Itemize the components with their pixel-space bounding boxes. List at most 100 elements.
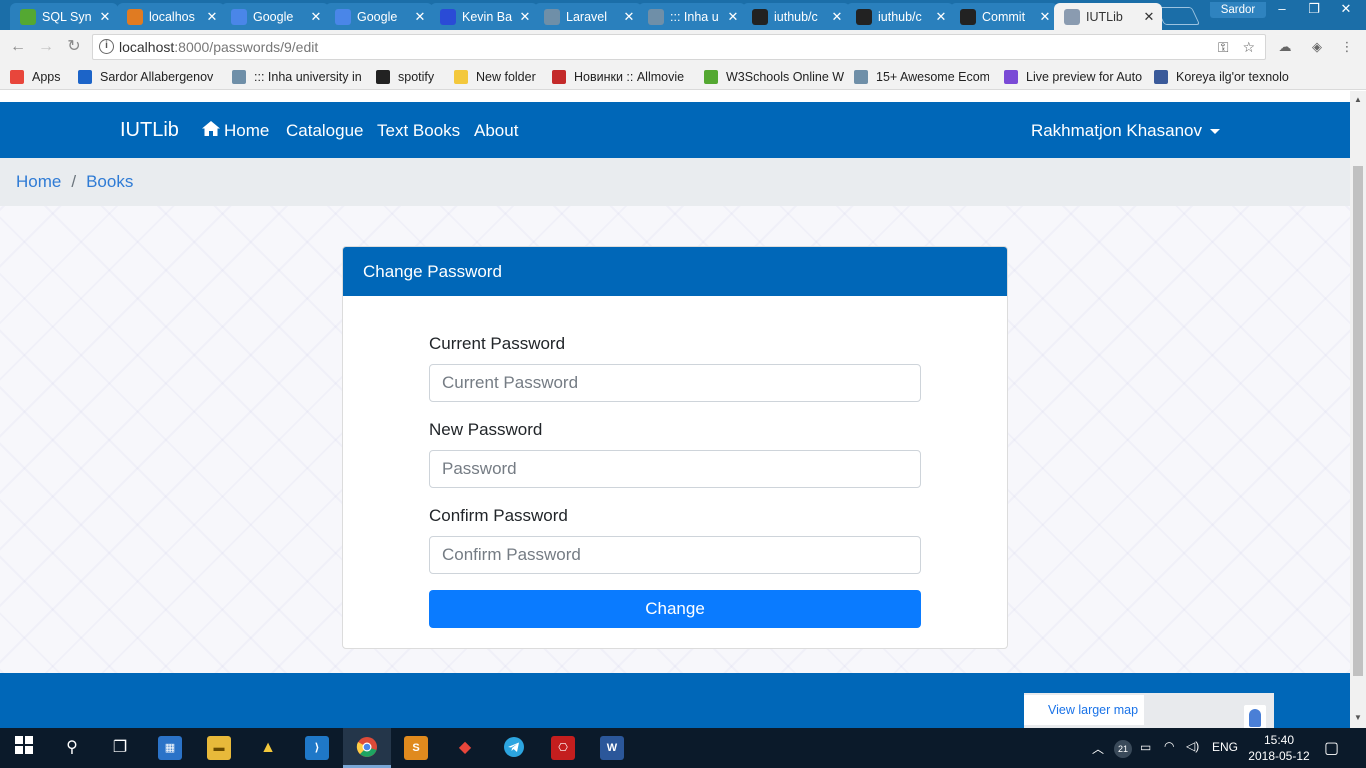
windows-start-icon[interactable]	[12, 736, 36, 760]
tab-close-icon[interactable]: ✕	[1038, 9, 1052, 25]
browser-tab[interactable]: localhos ✕	[117, 3, 225, 30]
tab-favicon-icon	[648, 8, 664, 25]
scroll-up-arrow-icon[interactable]: ▲	[1354, 95, 1362, 104]
bookmark-item[interactable]: 15+ Awesome Ecom	[854, 68, 989, 86]
tab-close-icon[interactable]: ✕	[413, 9, 427, 25]
browser-tab[interactable]: Google ✕	[221, 3, 329, 30]
browser-tab[interactable]: Commit ✕	[950, 3, 1058, 30]
bookmark-item[interactable]: Новинки :: Allmovie	[552, 68, 687, 86]
vscode-icon[interactable]: ⟩	[305, 736, 329, 760]
tab-close-icon[interactable]: ✕	[1142, 9, 1156, 25]
nav-about[interactable]: About	[474, 121, 518, 141]
url-path: :8000/passwords/9/edit	[174, 39, 319, 55]
breadcrumb-home[interactable]: Home	[16, 172, 61, 191]
browser-tab[interactable]: SQL Syn ✕	[10, 3, 118, 30]
task-view-icon[interactable]: ❐	[108, 736, 132, 760]
language-indicator[interactable]: ENG	[1212, 740, 1238, 754]
bookmark-favicon-icon	[1154, 70, 1168, 84]
bookmark-label: Koreya ilg'or texnolo	[1176, 70, 1289, 84]
extension-shield-icon[interactable]: ◈	[1308, 39, 1326, 55]
browser-tab[interactable]: ::: Inha u ✕	[638, 3, 746, 30]
nav-catalogue[interactable]: Catalogue	[286, 121, 364, 141]
apps-grid-icon	[10, 70, 24, 84]
bookmark-favicon-icon	[1004, 70, 1018, 84]
chrome-menu-icon[interactable]: ⋮	[1338, 39, 1356, 55]
bookmark-item[interactable]: Sardor Allabergenov	[78, 68, 218, 86]
windows-taskbar: ⚲ ❐ ▦ ▬ ▲ ⟩ S ◆ ⎔ W ︿ 21 ▭ ◠ ◁) ENG 15:4…	[0, 728, 1366, 768]
site-info-icon[interactable]: i	[99, 39, 114, 54]
bookmark-item[interactable]: W3Schools Online W	[704, 68, 844, 86]
back-arrow-icon[interactable]: ←	[8, 38, 28, 56]
user-menu-dropdown[interactable]: Rakhmatjon Khasanov	[1031, 121, 1220, 141]
extension-cloud-icon[interactable]: ☁	[1276, 39, 1294, 55]
new-password-input[interactable]: Password	[429, 450, 921, 488]
key-icon[interactable]: ⚿	[1218, 39, 1229, 55]
tab-close-icon[interactable]: ✕	[309, 9, 323, 25]
telegram-icon[interactable]	[502, 736, 526, 760]
tab-close-icon[interactable]: ✕	[205, 9, 219, 25]
bookmark-favicon-icon	[232, 70, 246, 84]
pegman-icon[interactable]	[1244, 705, 1266, 728]
git-tool-icon[interactable]: ◆	[453, 736, 477, 760]
address-bar[interactable]: i localhost:8000/passwords/9/edit ⚿ ☆	[92, 34, 1266, 60]
bookmark-item[interactable]: Live preview for Auto	[1004, 68, 1144, 86]
bookmark-star-icon[interactable]: ☆	[1242, 39, 1255, 55]
tab-close-icon[interactable]: ✕	[830, 9, 844, 25]
profile-button[interactable]: Sardor	[1210, 2, 1266, 18]
tab-close-icon[interactable]: ✕	[518, 9, 532, 25]
wifi-icon[interactable]: ◠	[1164, 739, 1174, 753]
tab-favicon-icon	[544, 8, 560, 25]
bookmark-apps[interactable]: Apps	[10, 68, 72, 86]
change-button[interactable]: Change	[429, 590, 921, 628]
bookmark-label: Новинки :: Allmovie	[574, 70, 685, 84]
browser-tab[interactable]: IUTLib ✕	[1054, 3, 1162, 30]
tab-close-icon[interactable]: ✕	[726, 9, 740, 25]
close-window-button[interactable]: ✕	[1330, 0, 1362, 18]
search-icon[interactable]: ⚲	[60, 736, 84, 760]
reload-icon[interactable]: ↻	[64, 38, 84, 56]
browser-tab[interactable]: iuthub/c ✕	[846, 3, 954, 30]
app-triangle-icon[interactable]: ▲	[256, 736, 280, 760]
show-hidden-icons-chevron-icon[interactable]: ︿	[1092, 740, 1104, 757]
tab-close-icon[interactable]: ✕	[98, 9, 112, 25]
bookmark-item[interactable]: ::: Inha university in t	[232, 68, 362, 86]
sublime-text-icon[interactable]: S	[404, 736, 428, 760]
action-center-icon[interactable]: ▢	[1324, 738, 1339, 758]
page-scrollbar[interactable]: ▲ ▼	[1350, 91, 1366, 728]
browser-tab[interactable]: Google ✕	[325, 3, 433, 30]
browser-tab[interactable]: iuthub/c ✕	[742, 3, 850, 30]
tab-close-icon[interactable]: ✕	[934, 9, 948, 25]
nav-textbooks[interactable]: Text Books	[377, 121, 460, 141]
bookmark-item[interactable]: New folder	[454, 68, 544, 86]
store-icon[interactable]: ▦	[158, 736, 182, 760]
current-password-input[interactable]: Current Password	[429, 364, 921, 402]
breadcrumb-books[interactable]: Books	[86, 172, 133, 191]
embedded-map[interactable]: View larger map	[1024, 693, 1274, 728]
bookmark-label: New folder	[476, 70, 536, 84]
nav-home[interactable]: Home	[202, 121, 269, 141]
browser-tab[interactable]: Kevin Ba ✕	[430, 3, 538, 30]
file-explorer-icon[interactable]: ▬	[207, 736, 231, 760]
site-brand[interactable]: IUTLib	[120, 119, 179, 142]
view-larger-map-link[interactable]: View larger map	[1024, 695, 1144, 725]
notification-count-badge[interactable]: 21	[1114, 740, 1132, 758]
browser-tab[interactable]: Laravel ✕	[534, 3, 642, 30]
bookmark-item[interactable]: Koreya ilg'or texnolo	[1154, 68, 1289, 86]
restore-button[interactable]: ❐	[1298, 0, 1330, 18]
confirm-password-input[interactable]: Confirm Password	[429, 536, 921, 574]
pdf-reader-icon[interactable]: ⎔	[551, 736, 575, 760]
system-clock[interactable]: 15:40 2018-05-12	[1244, 732, 1314, 764]
forward-arrow-icon[interactable]: →	[36, 38, 56, 56]
battery-icon[interactable]: ▭	[1140, 740, 1151, 754]
new-tab-button[interactable]	[1155, 7, 1201, 25]
tab-title: Commit	[982, 9, 1026, 24]
minimize-button[interactable]: –	[1266, 0, 1298, 18]
tab-close-icon[interactable]: ✕	[622, 9, 636, 25]
scroll-down-arrow-icon[interactable]: ▼	[1354, 713, 1362, 722]
bookmark-item[interactable]: spotify	[376, 68, 446, 86]
current-password-label: Current Password	[429, 334, 566, 353]
chrome-icon[interactable]	[355, 736, 379, 760]
volume-icon[interactable]: ◁)	[1186, 739, 1199, 753]
word-icon[interactable]: W	[600, 736, 624, 760]
scrollbar-thumb[interactable]	[1353, 166, 1363, 676]
